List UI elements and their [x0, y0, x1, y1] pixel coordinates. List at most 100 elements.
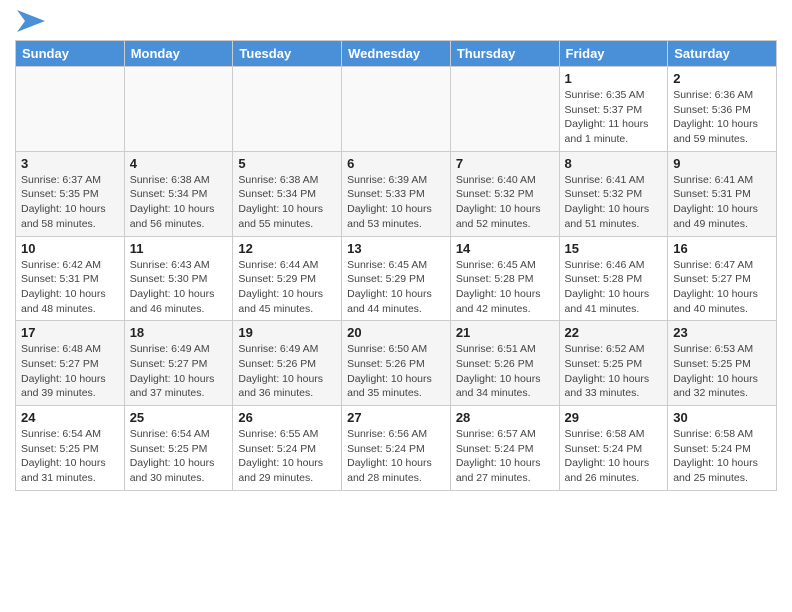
- logo-icon: [17, 10, 45, 32]
- day-number: 18: [130, 325, 228, 340]
- calendar-cell: 24 Sunrise: 6:54 AM Sunset: 5:25 PM Dayli…: [16, 406, 125, 491]
- calendar-cell: 13Sunrise: 6:45 AM Sunset: 5:29 PM Dayli…: [342, 236, 451, 321]
- calendar-cell: 11 Sunrise: 6:43 AM Sunset: 5:30 PM Dayli…: [124, 236, 233, 321]
- day-info: Sunrise: 6:54 AM Sunset: 5:25 PM Dayligh…: [21, 427, 119, 486]
- day-info: Sunrise: 6:53 AM Sunset: 5:25 PM Dayligh…: [673, 342, 771, 401]
- weekday-header-thursday: Thursday: [450, 41, 559, 67]
- weekday-header-tuesday: Tuesday: [233, 41, 342, 67]
- calendar-cell: 19 Sunrise: 6:49 AM Sunset: 5:26 PM Dayli…: [233, 321, 342, 406]
- day-info: Sunrise: 6:49 AM Sunset: 5:26 PM Dayligh…: [238, 342, 336, 401]
- day-number: 15: [565, 241, 663, 256]
- calendar-cell: 25 Sunrise: 6:54 AM Sunset: 5:25 PM Dayli…: [124, 406, 233, 491]
- day-info: Sunrise: 6:58 AM Sunset: 5:24 PM Dayligh…: [673, 427, 771, 486]
- calendar-cell: 23 Sunrise: 6:53 AM Sunset: 5:25 PM Dayli…: [668, 321, 777, 406]
- weekday-header-saturday: Saturday: [668, 41, 777, 67]
- day-info: Sunrise: 6:38 AM Sunset: 5:34 PM Dayligh…: [238, 173, 336, 232]
- calendar-cell: 28Sunrise: 6:57 AM Sunset: 5:24 PM Dayli…: [450, 406, 559, 491]
- day-info: Sunrise: 6:44 AM Sunset: 5:29 PM Dayligh…: [238, 258, 336, 317]
- day-number: 8: [565, 156, 663, 171]
- day-info: Sunrise: 6:52 AM Sunset: 5:25 PM Dayligh…: [565, 342, 663, 401]
- calendar-cell: 9 Sunrise: 6:41 AM Sunset: 5:31 PM Daylig…: [668, 151, 777, 236]
- day-number: 6: [347, 156, 445, 171]
- day-info: Sunrise: 6:38 AM Sunset: 5:34 PM Dayligh…: [130, 173, 228, 232]
- calendar-table: SundayMondayTuesdayWednesdayThursdayFrid…: [15, 40, 777, 491]
- day-number: 19: [238, 325, 336, 340]
- calendar-cell: 6 Sunrise: 6:39 AM Sunset: 5:33 PM Daylig…: [342, 151, 451, 236]
- day-number: 13: [347, 241, 445, 256]
- calendar-cell: [124, 67, 233, 152]
- day-info: Sunrise: 6:37 AM Sunset: 5:35 PM Dayligh…: [21, 173, 119, 232]
- day-number: 5: [238, 156, 336, 171]
- day-number: 26: [238, 410, 336, 425]
- calendar-week-row: 1 Sunrise: 6:35 AM Sunset: 5:37 PM Daylig…: [16, 67, 777, 152]
- day-number: 1: [565, 71, 663, 86]
- day-number: 10: [21, 241, 119, 256]
- calendar-cell: 29Sunrise: 6:58 AM Sunset: 5:24 PM Dayli…: [559, 406, 668, 491]
- calendar-week-row: 3 Sunrise: 6:37 AM Sunset: 5:35 PM Daylig…: [16, 151, 777, 236]
- calendar-cell: 8 Sunrise: 6:41 AM Sunset: 5:32 PM Daylig…: [559, 151, 668, 236]
- calendar-cell: 21 Sunrise: 6:51 AM Sunset: 5:26 PM Dayli…: [450, 321, 559, 406]
- day-number: 12: [238, 241, 336, 256]
- calendar-cell: 4 Sunrise: 6:38 AM Sunset: 5:34 PM Daylig…: [124, 151, 233, 236]
- day-number: 22: [565, 325, 663, 340]
- day-info: Sunrise: 6:57 AM Sunset: 5:24 PM Dayligh…: [456, 427, 554, 486]
- day-number: 21: [456, 325, 554, 340]
- calendar-cell: [233, 67, 342, 152]
- day-info: Sunrise: 6:49 AM Sunset: 5:27 PM Dayligh…: [130, 342, 228, 401]
- day-number: 23: [673, 325, 771, 340]
- day-number: 24: [21, 410, 119, 425]
- calendar-cell: 7 Sunrise: 6:40 AM Sunset: 5:32 PM Daylig…: [450, 151, 559, 236]
- day-info: Sunrise: 6:47 AM Sunset: 5:27 PM Dayligh…: [673, 258, 771, 317]
- day-info: Sunrise: 6:42 AM Sunset: 5:31 PM Dayligh…: [21, 258, 119, 317]
- header: [15, 10, 777, 32]
- day-number: 2: [673, 71, 771, 86]
- day-number: 16: [673, 241, 771, 256]
- calendar-cell: 5 Sunrise: 6:38 AM Sunset: 5:34 PM Daylig…: [233, 151, 342, 236]
- day-number: 30: [673, 410, 771, 425]
- day-info: Sunrise: 6:43 AM Sunset: 5:30 PM Dayligh…: [130, 258, 228, 317]
- day-number: 4: [130, 156, 228, 171]
- day-info: Sunrise: 6:40 AM Sunset: 5:32 PM Dayligh…: [456, 173, 554, 232]
- day-info: Sunrise: 6:54 AM Sunset: 5:25 PM Dayligh…: [130, 427, 228, 486]
- calendar-cell: 1 Sunrise: 6:35 AM Sunset: 5:37 PM Daylig…: [559, 67, 668, 152]
- day-number: 3: [21, 156, 119, 171]
- day-info: Sunrise: 6:48 AM Sunset: 5:27 PM Dayligh…: [21, 342, 119, 401]
- calendar-cell: 22 Sunrise: 6:52 AM Sunset: 5:25 PM Dayli…: [559, 321, 668, 406]
- calendar-week-row: 24 Sunrise: 6:54 AM Sunset: 5:25 PM Dayli…: [16, 406, 777, 491]
- calendar-cell: 16 Sunrise: 6:47 AM Sunset: 5:27 PM Dayli…: [668, 236, 777, 321]
- calendar-cell: 12 Sunrise: 6:44 AM Sunset: 5:29 PM Dayli…: [233, 236, 342, 321]
- day-number: 25: [130, 410, 228, 425]
- day-info: Sunrise: 6:35 AM Sunset: 5:37 PM Dayligh…: [565, 88, 663, 147]
- day-info: Sunrise: 6:46 AM Sunset: 5:28 PM Dayligh…: [565, 258, 663, 317]
- calendar-cell: 18 Sunrise: 6:49 AM Sunset: 5:27 PM Dayli…: [124, 321, 233, 406]
- day-info: Sunrise: 6:39 AM Sunset: 5:33 PM Dayligh…: [347, 173, 445, 232]
- calendar-week-row: 10 Sunrise: 6:42 AM Sunset: 5:31 PM Dayli…: [16, 236, 777, 321]
- calendar-cell: 10 Sunrise: 6:42 AM Sunset: 5:31 PM Dayli…: [16, 236, 125, 321]
- weekday-header-monday: Monday: [124, 41, 233, 67]
- day-info: Sunrise: 6:45 AM Sunset: 5:28 PM Dayligh…: [456, 258, 554, 317]
- day-number: 7: [456, 156, 554, 171]
- day-info: Sunrise: 6:41 AM Sunset: 5:32 PM Dayligh…: [565, 173, 663, 232]
- day-number: 11: [130, 241, 228, 256]
- day-number: 29: [565, 410, 663, 425]
- day-number: 9: [673, 156, 771, 171]
- day-number: 20: [347, 325, 445, 340]
- calendar-cell: [16, 67, 125, 152]
- calendar-header-row: SundayMondayTuesdayWednesdayThursdayFrid…: [16, 41, 777, 67]
- day-number: 27: [347, 410, 445, 425]
- day-number: 17: [21, 325, 119, 340]
- calendar-cell: [342, 67, 451, 152]
- calendar-body: 1 Sunrise: 6:35 AM Sunset: 5:37 PM Daylig…: [16, 67, 777, 491]
- calendar-cell: [450, 67, 559, 152]
- day-info: Sunrise: 6:50 AM Sunset: 5:26 PM Dayligh…: [347, 342, 445, 401]
- calendar-cell: 30 Sunrise: 6:58 AM Sunset: 5:24 PM Dayli…: [668, 406, 777, 491]
- day-info: Sunrise: 6:51 AM Sunset: 5:26 PM Dayligh…: [456, 342, 554, 401]
- weekday-header-sunday: Sunday: [16, 41, 125, 67]
- day-info: Sunrise: 6:56 AM Sunset: 5:24 PM Dayligh…: [347, 427, 445, 486]
- day-info: Sunrise: 6:41 AM Sunset: 5:31 PM Dayligh…: [673, 173, 771, 232]
- calendar-cell: 26Sunrise: 6:55 AM Sunset: 5:24 PM Dayli…: [233, 406, 342, 491]
- day-number: 14: [456, 241, 554, 256]
- logo: [15, 10, 45, 32]
- calendar-cell: 27 Sunrise: 6:56 AM Sunset: 5:24 PM Dayli…: [342, 406, 451, 491]
- weekday-header-friday: Friday: [559, 41, 668, 67]
